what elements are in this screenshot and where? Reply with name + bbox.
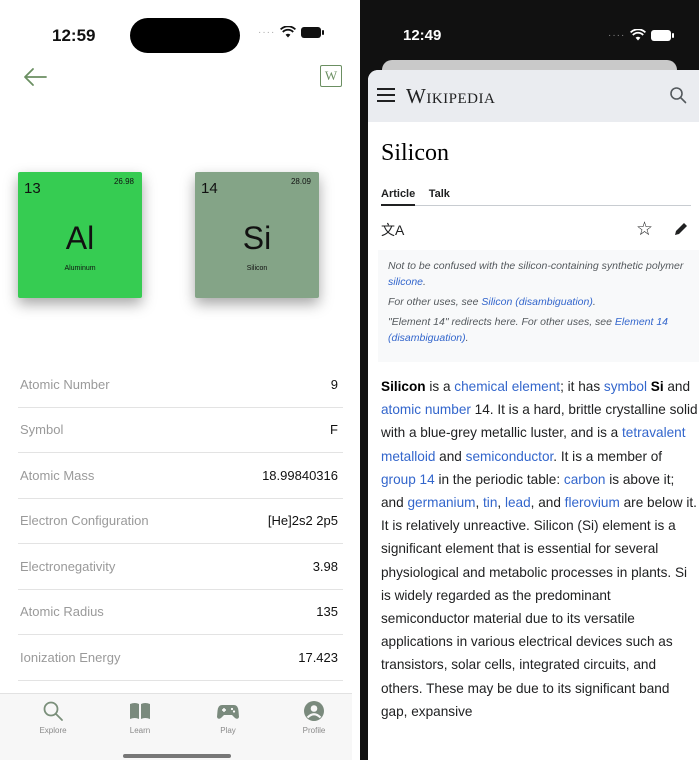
property-label: Atomic Mass [20, 467, 95, 483]
article-title: Silicon [381, 140, 450, 166]
article-link[interactable]: germanium [407, 495, 475, 510]
atomic-number: 13 [24, 180, 41, 197]
wikipedia-logo[interactable]: Wikipedia [406, 84, 495, 109]
hatnote: "Element 14" redirects here. For other u… [388, 316, 669, 344]
property-label: Electronegativity [20, 558, 116, 574]
element-name: Silicon [246, 265, 268, 272]
status-bar: 12:59 ···· [0, 0, 352, 60]
article-link[interactable]: flerovium [565, 495, 620, 510]
signal-icon: ···· [258, 26, 276, 38]
property-list: Atomic Number 9 Symbol F Atomic Mass 18.998… [18, 362, 343, 681]
status-time: 12:49 [403, 27, 442, 44]
element-tile-aluminum[interactable]: 13 26.98 Al Aluminum [18, 172, 142, 298]
wikipedia-button[interactable]: W [320, 65, 342, 87]
property-row: Electronegativity 3.98 [18, 544, 343, 590]
dynamic-island [130, 18, 240, 53]
menu-icon[interactable] [377, 88, 395, 102]
property-row: Atomic Number 9 [18, 362, 343, 408]
property-row: Atomic Mass 18.99840316 [18, 453, 343, 499]
wikipedia-page: Wikipedia Silicon Article Talk 文A ☆ Not … [368, 70, 699, 760]
system-icons: ···· [258, 26, 325, 38]
article-link[interactable]: group 14 [381, 472, 435, 487]
tab-label: Explore [39, 726, 67, 735]
article-link[interactable]: carbon [564, 472, 606, 487]
wifi-icon [630, 29, 647, 41]
article-toolbar: 文A ☆ [381, 218, 691, 240]
property-row: Ionization Energy 17.423 [18, 635, 343, 681]
element-symbol: Al [65, 220, 95, 256]
tab-talk[interactable]: Talk [429, 188, 450, 200]
article-link[interactable]: semiconductor [466, 449, 554, 464]
language-icon[interactable]: 文A [381, 220, 404, 240]
tab-bar: Explore Learn Play Profile [0, 693, 352, 760]
article-link[interactable]: lead [505, 495, 531, 510]
tab-learn[interactable]: Learn [105, 700, 175, 735]
element-tile-silicon[interactable]: 14 28.09 Si Silicon [195, 172, 319, 298]
tab-label: Profile [302, 726, 326, 735]
system-icons: ···· [608, 29, 675, 41]
book-icon [130, 703, 150, 719]
article-link[interactable]: metalloid [381, 449, 435, 464]
hatnote: Not to be confused with the silicon-cont… [388, 260, 684, 288]
property-value: 18.99840316 [262, 467, 338, 483]
tab-label: Learn [129, 726, 151, 735]
back-arrow-icon[interactable] [22, 66, 50, 88]
atomic-number: 14 [201, 180, 218, 197]
home-indicator [123, 754, 231, 758]
property-row: Atomic Radius 135 [18, 590, 343, 635]
hatnote: For other uses, see Silicon (disambiguat… [388, 296, 596, 308]
property-value: 9 [330, 376, 338, 392]
property-label: Atomic Radius [20, 604, 104, 620]
article-link[interactable]: tetravalent [622, 425, 685, 440]
tab-play[interactable]: Play [193, 700, 263, 735]
article-link[interactable]: symbol [604, 379, 647, 394]
property-value: 135 [316, 604, 338, 620]
property-row: Electron Configuration [He]2s2 2p5 [18, 499, 343, 544]
search-icon [43, 701, 63, 721]
property-label: Atomic Number [20, 376, 110, 392]
star-icon[interactable]: ☆ [636, 218, 653, 241]
gamepad-icon [217, 705, 239, 719]
status-time: 12:59 [52, 26, 96, 45]
property-value: [He]2s2 2p5 [267, 513, 338, 529]
profile-icon [304, 701, 324, 721]
element-name: Aluminum [64, 265, 96, 272]
property-row: Symbol F [18, 408, 343, 453]
article-link[interactable]: tin [483, 495, 497, 510]
atomic-mass: 28.09 [290, 177, 311, 186]
battery-icon [651, 29, 675, 41]
tab-article[interactable]: Article [381, 188, 416, 206]
hatnote-box: Not to be confused with the silicon-cont… [378, 250, 699, 362]
property-label: Electron Configuration [20, 513, 149, 529]
property-label: Symbol [20, 422, 64, 438]
tab-label: Play [220, 726, 236, 735]
hatnote-link[interactable]: silicone [388, 276, 423, 288]
search-icon[interactable] [669, 86, 687, 104]
property-label: Ionization Energy [20, 649, 121, 665]
element-symbol: Si [242, 220, 272, 256]
article-tabs: Article Talk [381, 184, 691, 206]
wikipedia-header: Wikipedia [368, 70, 699, 122]
wifi-icon [280, 26, 297, 38]
property-value: 3.98 [312, 558, 338, 574]
property-value: 17.423 [298, 649, 338, 665]
tab-explore[interactable]: Explore [18, 700, 88, 735]
article-link[interactable]: atomic number [381, 402, 471, 417]
property-value: F [330, 422, 338, 438]
article-body: Silicon is a chemical element; it has sy… [381, 379, 698, 719]
hatnote-link[interactable]: Silicon (disambiguation) [481, 296, 592, 308]
signal-icon: ···· [608, 29, 626, 41]
atomic-mass: 26.98 [113, 177, 134, 186]
tab-profile[interactable]: Profile [279, 700, 349, 735]
article-link[interactable]: chemical element [454, 379, 560, 394]
pencil-icon[interactable] [673, 221, 689, 237]
battery-icon [301, 26, 325, 38]
periodic-app-screen: 12:59 ···· W 13 26.98 Al Aluminum 14 28.… [0, 0, 352, 760]
wikipedia-sheet-screen: 12:49 ···· Wikipedia Silicon Article Tal… [360, 0, 699, 760]
